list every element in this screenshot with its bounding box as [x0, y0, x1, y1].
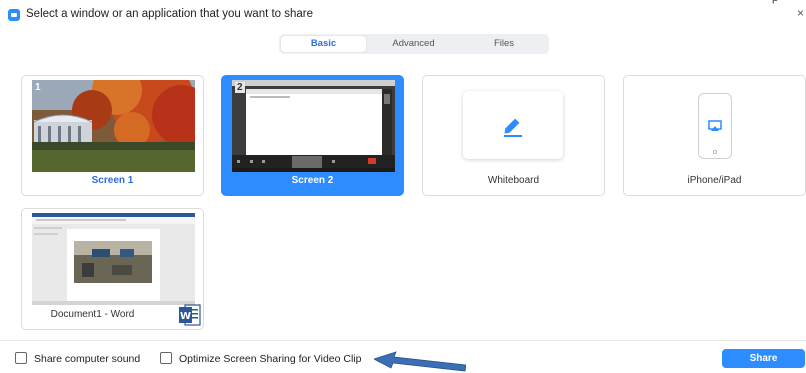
iphone-ipad-label: iPhone/iPad: [687, 175, 742, 186]
document1-preview-image: [32, 213, 195, 305]
word-icon-letter: W: [180, 311, 191, 322]
window-title: Select a window or an application that y…: [26, 8, 314, 20]
screen-1-thumbnail: 1: [32, 80, 195, 172]
screen-1-preview-image: [32, 80, 195, 172]
screen-2-preview-image: [232, 80, 395, 172]
screen-1-label: Screen 1: [91, 175, 134, 186]
tab-files[interactable]: Files: [461, 36, 547, 52]
screen-2-thumbnail: 2: [232, 80, 395, 172]
document1-thumbnail: [32, 213, 195, 305]
tab-advanced[interactable]: Advanced: [371, 36, 456, 52]
pencil-icon: [504, 118, 522, 137]
title-bar: Select a window or an application that y…: [0, 0, 806, 26]
screen-1-number-badge: 1: [35, 82, 41, 93]
share-button[interactable]: Share: [722, 349, 805, 368]
optimize-video-checkbox[interactable]: [160, 352, 172, 364]
share-tabs: Basic Advanced Files: [279, 34, 549, 54]
screen-2-label: Screen 2: [291, 175, 334, 186]
share-option-document1-word[interactable]: Document1 - Word W: [21, 208, 204, 330]
tab-basic[interactable]: Basic: [281, 36, 366, 52]
share-computer-sound-checkbox[interactable]: [15, 352, 27, 364]
optimize-video-label[interactable]: Optimize Screen Sharing for Video Clip: [179, 353, 361, 365]
screen-2-number-badge: 2: [235, 82, 245, 93]
corner-glyph: p: [772, 0, 778, 4]
share-option-whiteboard[interactable]: Whiteboard: [422, 75, 605, 196]
annotation-arrow: [374, 351, 466, 372]
document1-label: Document1 - Word: [50, 309, 135, 320]
close-icon[interactable]: ×: [797, 6, 804, 20]
word-icon: W: [179, 304, 201, 326]
zoom-app-icon: [8, 9, 20, 21]
phone-outline: [698, 93, 732, 159]
whiteboard-tile: [463, 91, 563, 159]
airplay-icon: [708, 120, 722, 155]
share-option-screen-2[interactable]: 2 Screen 2: [221, 75, 404, 196]
share-computer-sound-label[interactable]: Share computer sound: [34, 353, 140, 365]
whiteboard-label: Whiteboard: [487, 175, 540, 186]
share-option-iphone-ipad[interactable]: iPhone/iPad: [623, 75, 806, 196]
share-option-screen-1[interactable]: 1 Screen 1: [21, 75, 204, 196]
